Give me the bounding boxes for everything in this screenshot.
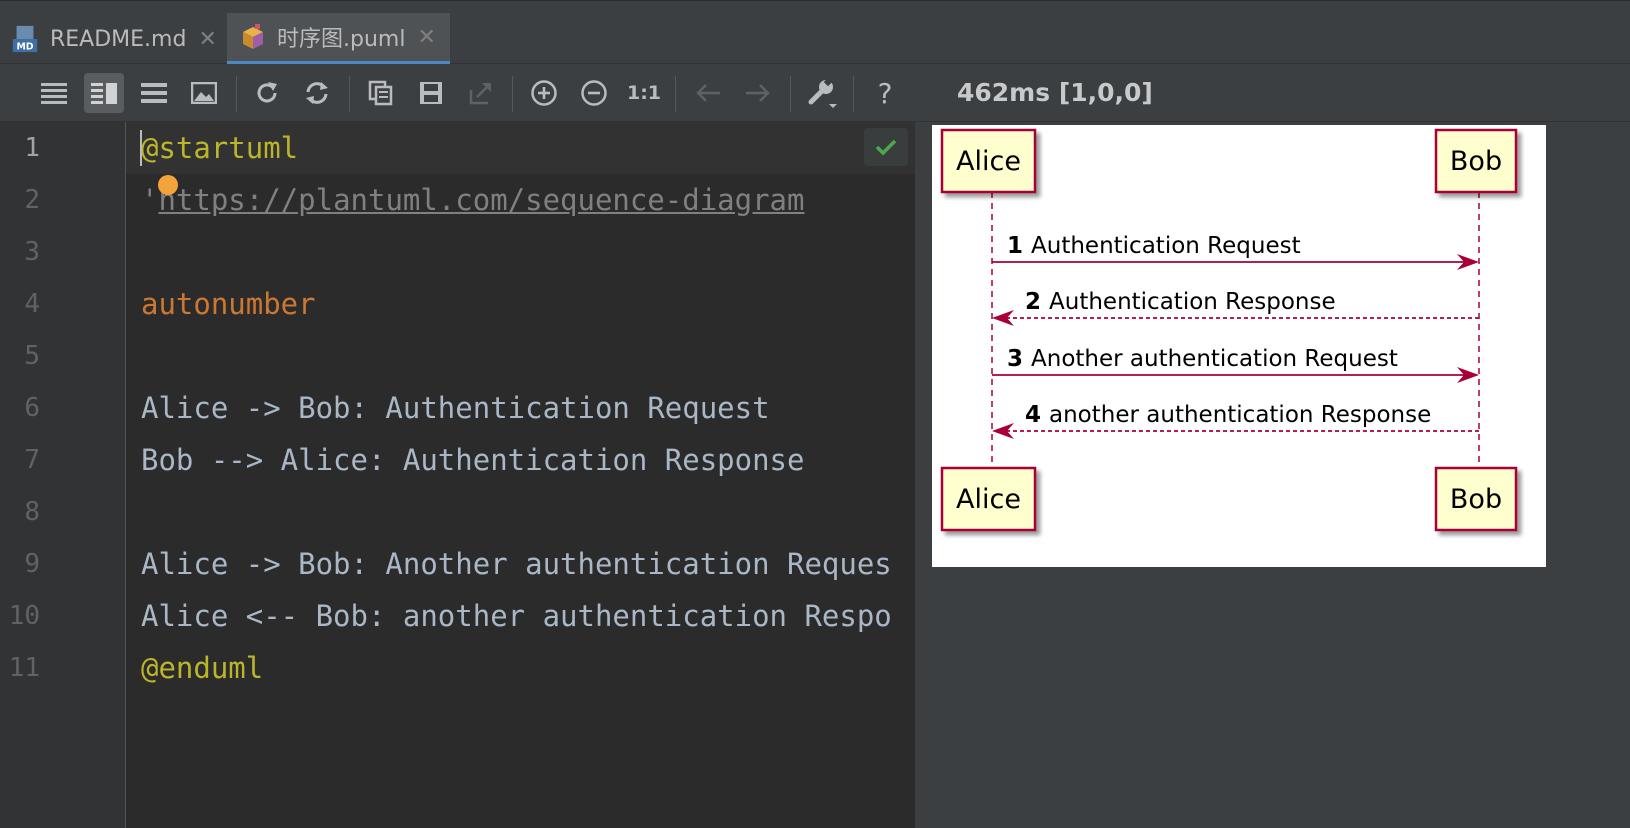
save-icon[interactable] (411, 73, 451, 113)
arrow-head-4 (992, 423, 1014, 439)
message-number: 2 (1025, 289, 1049, 315)
render-timing: 462ms [1,0,0] (957, 78, 1153, 107)
code-text: Alice -> Bob: Authentication Request (141, 391, 770, 425)
message-label-1: 1 Authentication Request (1007, 233, 1301, 259)
settings-wrench-icon[interactable] (802, 73, 842, 113)
line-number: 10 (8, 601, 40, 631)
sequence-diagram: Alice Bob Alice Bob 1 Authentication Request… (932, 125, 1546, 567)
message-text: Another authentication Request (1031, 346, 1398, 372)
zoom-in-icon[interactable] (524, 73, 564, 113)
editor-and-preview-icon[interactable] (84, 73, 124, 113)
refresh-icon[interactable] (247, 73, 287, 113)
code-line[interactable]: Alice -> Bob: Another authentication Req… (141, 538, 892, 590)
code-text: autonumber (141, 287, 316, 321)
arrow-head-2 (992, 310, 1014, 326)
help-button[interactable]: ? (865, 73, 905, 113)
line-number: 8 (24, 497, 40, 527)
participant-label-alice: Alice (956, 146, 1021, 177)
message-number: 4 (1025, 402, 1049, 428)
forward-arrow-icon[interactable] (738, 73, 778, 113)
message-label-4: 4 another authentication Response (1025, 402, 1431, 428)
editor-tab-bar: MD README.md ✕ 时序图.puml ✕ (0, 0, 1630, 65)
toolbar-separator (512, 76, 513, 112)
tab-readme[interactable]: MD README.md ✕ (0, 13, 225, 65)
code-editor[interactable]: 1 2 3 4 5 6 7 8 9 10 11 @startuml 'https://plantuml… (0, 122, 915, 828)
message-text: another authentication Response (1049, 402, 1431, 428)
code-line[interactable]: @startuml (141, 122, 298, 174)
participant-label-alice: Alice (956, 484, 1021, 515)
tab-label: README.md (50, 26, 187, 52)
inspection-ok-check-icon[interactable] (864, 128, 908, 166)
line-number: 4 (24, 289, 40, 319)
message-label-2: 2 Authentication Response (1025, 289, 1336, 315)
code-text: Bob --> Alice: Authentication Response (141, 443, 805, 477)
message-label-3: 3 Another authentication Request (1007, 346, 1398, 372)
url-link[interactable]: https://plantuml.com/sequence-diagram (158, 183, 804, 217)
toolbar-separator (349, 76, 350, 112)
message-number: 1 (1007, 233, 1031, 259)
code-text: ' (141, 183, 159, 217)
line-number: 7 (24, 445, 40, 475)
close-tab-icon[interactable]: ✕ (198, 27, 216, 52)
code-text: Alice -> Bob: Another authentication Req… (141, 547, 892, 581)
svg-text:MD: MD (16, 41, 33, 52)
text-caret (140, 130, 142, 166)
toolbar-separator (790, 76, 791, 112)
plantuml-toolbar: 1:1 ? 462ms [1,0,0] (0, 64, 1630, 122)
tab-puml-active[interactable]: 时序图.puml ✕ (227, 13, 450, 65)
image-icon[interactable] (184, 73, 224, 113)
toolbar-separator (675, 76, 676, 112)
markdown-file-icon: MD (12, 24, 40, 54)
back-arrow-icon[interactable] (688, 73, 728, 113)
toolbar-separator (236, 76, 237, 112)
line-number: 9 (24, 549, 40, 579)
message-text: Authentication Response (1049, 289, 1336, 315)
code-line[interactable]: autonumber (141, 278, 316, 330)
code-line[interactable]: @enduml (141, 642, 263, 694)
line-number: 2 (24, 185, 40, 215)
sequence-diagram-svg: Alice Bob Alice Bob 1 Authentication Request… (940, 128, 1518, 532)
editor-only-icon[interactable] (34, 73, 74, 113)
line-number-gutter: 1 2 3 4 5 6 7 8 9 10 11 (0, 122, 126, 828)
close-tab-icon[interactable]: ✕ (417, 25, 435, 50)
code-line[interactable]: 'https://plantuml.com/sequence-diagram (141, 174, 804, 226)
tab-label: 时序图.puml (277, 27, 406, 52)
code-text: @enduml (141, 651, 264, 685)
line-number: 5 (24, 341, 40, 371)
code-line[interactable]: Alice -> Bob: Authentication Request (141, 382, 770, 434)
participant-label-bob: Bob (1450, 484, 1502, 515)
message-text: Authentication Request (1031, 233, 1301, 259)
message-number: 3 (1007, 346, 1031, 372)
zoom-reset-button[interactable]: 1:1 (624, 73, 664, 113)
copy-icon[interactable] (361, 73, 401, 113)
line-number: 6 (24, 393, 40, 423)
code-text: @startuml (141, 131, 299, 165)
code-line[interactable]: Bob --> Alice: Authentication Response (141, 434, 804, 486)
code-text: Alice <-- Bob: another authentication Re… (141, 599, 892, 633)
line-number: 3 (24, 237, 40, 267)
line-number: 1 (24, 133, 40, 163)
intention-bulb-icon[interactable] (158, 175, 178, 195)
sync-icon[interactable] (297, 73, 337, 113)
participant-label-bob: Bob (1450, 146, 1502, 177)
plantuml-file-icon (239, 22, 267, 52)
line-number: 11 (8, 653, 40, 683)
export-icon[interactable] (461, 73, 501, 113)
zoom-out-icon[interactable] (574, 73, 614, 113)
preview-only-icon[interactable] (134, 73, 174, 113)
code-line[interactable]: Alice <-- Bob: another authentication Re… (141, 590, 892, 642)
toolbar-separator (853, 76, 854, 112)
